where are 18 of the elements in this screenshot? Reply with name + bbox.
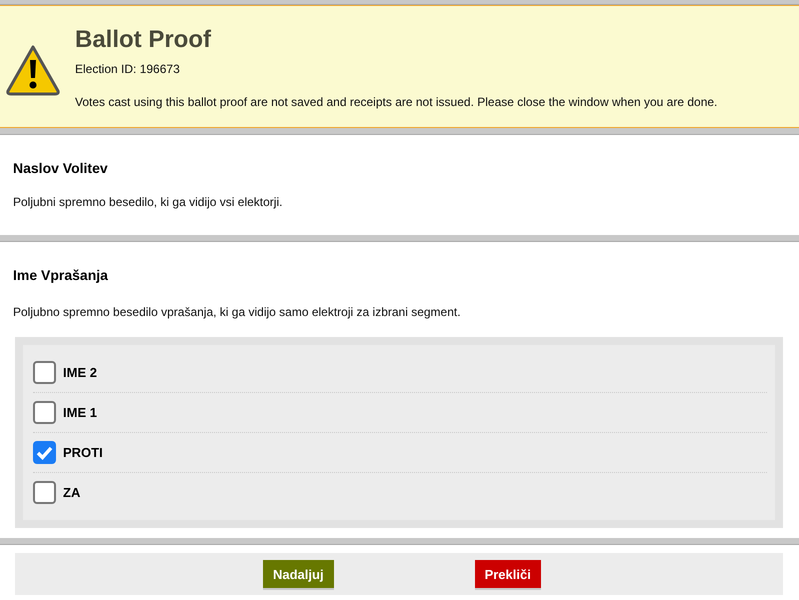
election-id: Election ID: 196673 — [75, 62, 181, 76]
option-label: IME 1 — [63, 405, 97, 420]
warning-icon — [5, 44, 61, 96]
notice-text: Votes cast using this ballot proof are not saved and receipts are not issued. Please close the window when you are done. — [75, 95, 718, 109]
option-label: PROTI — [63, 445, 103, 460]
election-title: Naslov Volitev — [13, 160, 109, 176]
banner-title: Ballot Proof — [75, 26, 212, 54]
option-label: IME 2 — [63, 365, 97, 380]
question-description: Poljubno spremno besedilo vprašanja, ki ga vidijo samo elektroji za izbrani segment. — [13, 305, 462, 319]
question-title: Ime Vprašanja — [13, 267, 109, 283]
checkbox[interactable] — [33, 401, 56, 424]
continue-button[interactable]: Nadaljuj — [263, 560, 334, 588]
checkbox[interactable] — [33, 441, 56, 464]
option-label: ZA — [63, 485, 80, 500]
cancel-button[interactable]: Prekliči — [474, 560, 541, 588]
election-description: Poljubni spremno besedilo, ki ga vidijo vsi elektorji. — [13, 195, 284, 209]
checkbox[interactable] — [33, 361, 56, 384]
checkbox[interactable] — [33, 481, 56, 504]
